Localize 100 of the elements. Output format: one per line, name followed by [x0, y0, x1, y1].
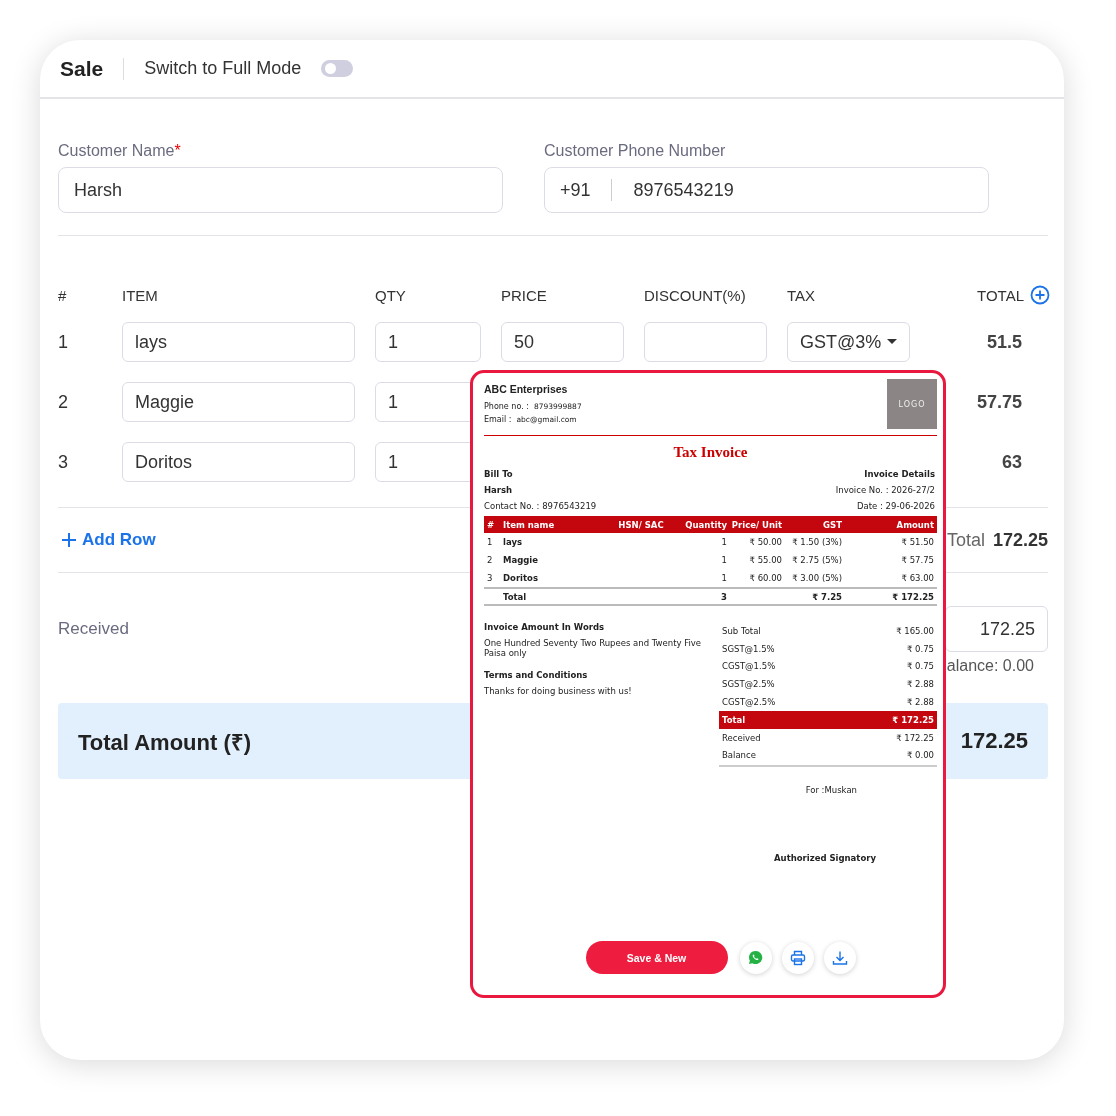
terms-label: Terms and Conditions [484, 670, 589, 680]
column-header: HSN/ SAC [617, 519, 665, 530]
summary-label: CGST@1.5% [722, 661, 776, 672]
contact-label: Email : [484, 415, 512, 424]
qty-field[interactable]: 1 [375, 322, 481, 362]
column-header: # [487, 519, 496, 530]
amount-in-words: One Hundred Seventy Two Rupees and Twenty Five Paisa only [484, 638, 703, 658]
table-cell-text: ₹ 51.50 [900, 537, 934, 547]
summary-label: SGST@2.5% [722, 679, 775, 690]
total-value: 172.25 [992, 529, 1048, 551]
customer-name: Harsh [484, 485, 514, 495]
table-cell-text: ₹ 50.00 [748, 537, 782, 547]
column-header: TOTAL [977, 286, 1024, 304]
invoice-title: Tax Invoice [672, 444, 749, 461]
total-label: Total [946, 529, 985, 551]
country-code: +91 [560, 179, 612, 201]
tax-dropdown[interactable]: GST@3% [787, 322, 910, 362]
row-number: 2 [58, 391, 68, 413]
invoice-details-label: Invoice Details [864, 469, 935, 479]
table-cell-text: 1 [720, 573, 727, 583]
table-cell-text: 3 [487, 573, 494, 583]
summary-value: ₹ 2.88 [906, 679, 934, 690]
table-cell-text: 3 [720, 591, 727, 602]
mode-label: Switch to Full Mode [144, 58, 302, 79]
row-number: 1 [58, 331, 68, 353]
add-column-icon[interactable] [1030, 285, 1050, 305]
plus-icon [62, 533, 76, 547]
phone-field[interactable]: +91 8976543219 [544, 167, 989, 213]
company-name: ABC Enterprises [484, 383, 569, 395]
page-title: Sale [60, 56, 104, 81]
dropdown-caret-icon [887, 339, 897, 345]
summary-value: ₹ 2.88 [906, 697, 934, 708]
table-cell-text: Doritos [503, 573, 539, 583]
row-total: 51.5 [986, 331, 1022, 353]
table-cell-text: 1 [720, 537, 727, 547]
received-field[interactable]: 172.25 [945, 606, 1048, 652]
download-button[interactable] [823, 941, 856, 974]
row-number: 3 [58, 451, 68, 473]
column-header: Quantity [684, 519, 727, 530]
received-label: Received [58, 619, 129, 639]
column-header: QTY [375, 286, 406, 304]
whatsapp-button[interactable] [739, 941, 772, 974]
column-header: DISCOUNT(%) [644, 286, 746, 304]
terms-text: Thanks for doing business with us! [484, 686, 633, 696]
field-label: Customer Phone Number [544, 142, 727, 160]
printer-icon [789, 949, 806, 966]
summary-value: ₹ 172.25 [896, 732, 934, 743]
table-cell-text: 2 [487, 555, 494, 565]
table-cell-text: ₹ 60.00 [748, 573, 782, 583]
phone-number: 8976543219 [633, 179, 734, 201]
summary-value: ₹ 165.00 [896, 625, 934, 636]
invoice-number: Invoice No. : 2026-27/2 [835, 485, 935, 495]
summary-value: ₹ 0.75 [906, 661, 934, 672]
summary-label: CGST@2.5% [722, 697, 776, 708]
column-header: # [58, 286, 67, 304]
price-field[interactable]: 50 [501, 322, 624, 362]
summary-label: Balance [722, 750, 756, 761]
table-cell-text: ₹ 1.50 (3%) [791, 537, 842, 547]
summary-value: ₹ 0.75 [906, 643, 934, 654]
item-field[interactable]: Maggie [122, 382, 355, 422]
table-cell-text: Maggie [503, 555, 540, 565]
summary-label: Total [722, 714, 746, 725]
print-button[interactable] [781, 941, 814, 974]
table-cell-text: ₹ 55.00 [748, 555, 782, 565]
table-cell-text: ₹ 3.00 (5%) [791, 573, 842, 583]
contact-label: Phone no. : [484, 402, 529, 411]
table-cell-text: lays [503, 537, 523, 547]
chat-bubble-icon [748, 950, 763, 966]
column-header: PRICE [501, 286, 547, 304]
add-row-button[interactable]: Add Row [58, 530, 160, 550]
summary-label: Received [722, 732, 761, 743]
column-header: ITEM [122, 286, 158, 304]
row-total: 63 [1001, 451, 1022, 473]
column-header: Price/ Unit [730, 519, 782, 530]
field-label: Customer Name* [58, 142, 182, 160]
table-cell-text: ₹ 7.25 [811, 591, 842, 602]
total-amount-value: 172.25 [960, 728, 1028, 754]
column-header: GST [822, 519, 842, 530]
table-cell-text: ₹ 63.00 [900, 573, 934, 583]
customer-name-field[interactable]: Harsh [58, 167, 503, 213]
balance-text: alance: 0.00 [946, 657, 1034, 675]
full-mode-toggle[interactable] [321, 60, 354, 77]
save-new-button[interactable]: Save & New [585, 941, 728, 975]
invoice-date: Date : 29-06-2026 [857, 501, 935, 511]
summary-label: SGST@1.5% [722, 643, 775, 654]
contact-number: Contact No. : 8976543219 [484, 501, 597, 511]
for-label: For :Muskan [805, 785, 857, 796]
bill-to-label: Bill To [484, 469, 514, 479]
table-cell-text: ₹ 2.75 (5%) [791, 555, 842, 565]
download-icon [831, 949, 848, 966]
item-field[interactable]: Doritos [122, 442, 355, 482]
item-field[interactable]: lays [122, 322, 355, 362]
table-cell-text: 1 [487, 537, 494, 547]
discount-field[interactable] [644, 322, 767, 362]
table-cell-text: ₹ 172.25 [891, 591, 934, 602]
summary-value: ₹ 0.00 [906, 750, 934, 761]
table-cell-text: Total [503, 591, 528, 602]
column-header: TAX [787, 286, 816, 304]
summary-label: Sub Total [722, 625, 761, 636]
table-cell-text: 1 [720, 555, 727, 565]
